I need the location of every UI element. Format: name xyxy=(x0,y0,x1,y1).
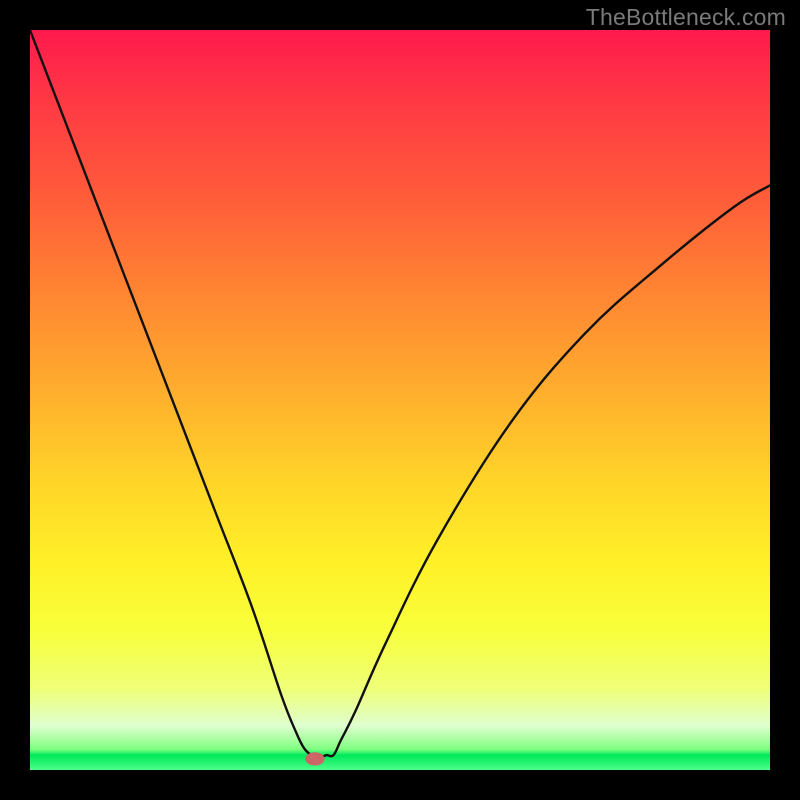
attribution-text: TheBottleneck.com xyxy=(586,4,786,31)
chart-frame: TheBottleneck.com xyxy=(0,0,800,800)
optimum-marker xyxy=(305,752,324,765)
plot-area xyxy=(30,30,770,770)
curve-layer xyxy=(30,30,770,770)
bottleneck-curve xyxy=(30,30,770,759)
